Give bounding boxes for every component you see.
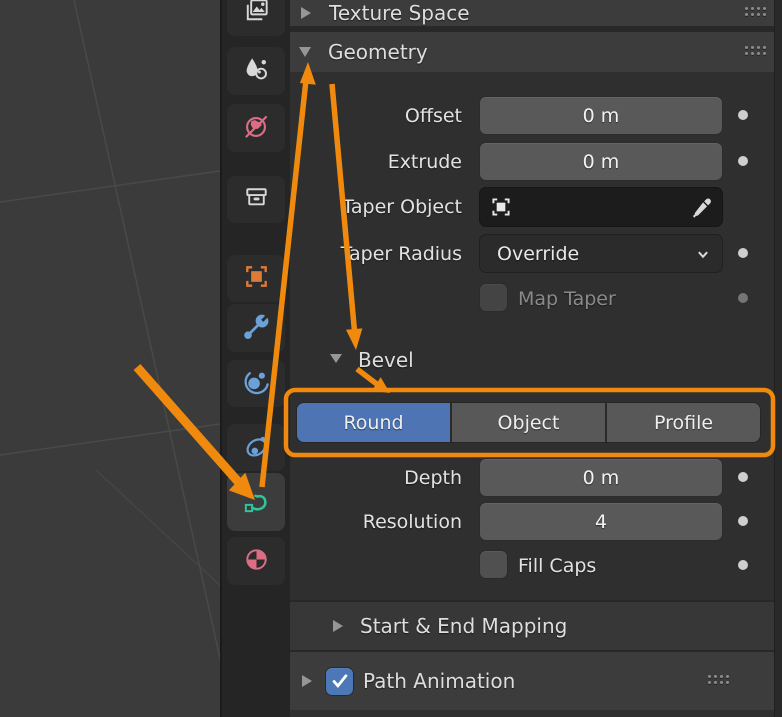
depth-label: Depth bbox=[404, 467, 462, 489]
bevel-collapse-arrow-icon[interactable] bbox=[330, 354, 342, 363]
material-icon bbox=[241, 544, 272, 579]
panel-drag-grip-icon[interactable] bbox=[708, 675, 729, 684]
depth-field[interactable]: 0 m bbox=[480, 459, 722, 496]
panel-title: Geometry bbox=[328, 40, 428, 64]
extrude-keyframe-dot[interactable] bbox=[738, 156, 748, 166]
panel-drag-grip-icon[interactable] bbox=[745, 7, 766, 16]
offset-label: Offset bbox=[404, 105, 462, 127]
offset-field[interactable]: 0 m bbox=[480, 97, 722, 134]
panel-header-start-end-mapping[interactable]: Start & End Mapping bbox=[290, 602, 774, 650]
panel-header-texture-space[interactable]: Texture Space bbox=[290, 0, 774, 26]
path-animation-checkbox[interactable] bbox=[326, 667, 353, 695]
panel-title: Start & End Mapping bbox=[360, 614, 568, 638]
taper-object-field[interactable] bbox=[480, 188, 722, 226]
tab-constraints[interactable] bbox=[227, 424, 285, 471]
curve-data-icon bbox=[241, 485, 272, 520]
bevel-mode-profile-button[interactable]: Profile bbox=[607, 403, 760, 442]
tab-modifiers[interactable] bbox=[227, 304, 285, 352]
fill-caps-checkbox[interactable] bbox=[480, 551, 507, 578]
blender-window: Texture Space Geometry Offset 0 m Extrud… bbox=[0, 0, 782, 717]
tab-collection[interactable] bbox=[227, 176, 285, 223]
taper-object-label: Taper Object bbox=[342, 196, 462, 218]
constraints-icon bbox=[241, 430, 272, 465]
world-icon bbox=[241, 111, 272, 146]
bevel-mode-object-button[interactable]: Object bbox=[452, 403, 605, 442]
resolution-field[interactable]: 4 bbox=[480, 503, 722, 540]
fill-caps-keyframe-dot[interactable] bbox=[738, 560, 748, 570]
object-icon bbox=[488, 194, 514, 220]
viewport-grid bbox=[0, 0, 234, 717]
bevel-title[interactable]: Bevel bbox=[358, 348, 414, 372]
panel-title: Path Animation bbox=[363, 669, 516, 693]
collapse-arrow-icon[interactable] bbox=[299, 47, 311, 57]
properties-tabbar bbox=[220, 0, 290, 717]
taper-radius-keyframe-dot[interactable] bbox=[738, 248, 748, 258]
panel-header-geometry[interactable]: Geometry bbox=[290, 32, 774, 72]
tab-world[interactable] bbox=[227, 104, 285, 152]
extrude-field[interactable]: 0 m bbox=[480, 143, 722, 180]
tab-material[interactable] bbox=[227, 537, 285, 585]
tab-scene[interactable] bbox=[227, 47, 285, 95]
bevel-mode-segmented-control: Round Object Profile bbox=[297, 403, 760, 442]
map-taper-label: Map Taper bbox=[518, 288, 616, 310]
scene-icon bbox=[241, 54, 272, 89]
extrude-label: Extrude bbox=[387, 151, 462, 173]
bevel-mode-round-button[interactable]: Round bbox=[297, 403, 450, 442]
view-layer-icon bbox=[241, 0, 272, 30]
taper-radius-label: Taper Radius bbox=[340, 243, 462, 265]
map-taper-checkbox[interactable] bbox=[480, 284, 507, 311]
tab-object-data-curve[interactable] bbox=[227, 473, 285, 531]
panel-drag-grip-icon[interactable] bbox=[745, 46, 766, 55]
expand-arrow-icon[interactable] bbox=[333, 620, 343, 632]
viewport-3d[interactable] bbox=[0, 0, 234, 717]
checkmark-icon bbox=[332, 674, 347, 689]
expand-arrow-icon[interactable] bbox=[301, 7, 311, 19]
physics-icon bbox=[241, 366, 272, 401]
panel-header-path-animation[interactable]: Path Animation bbox=[290, 652, 774, 710]
chevron-down-icon bbox=[692, 243, 714, 265]
properties-panel: Texture Space Geometry Offset 0 m Extrud… bbox=[290, 0, 774, 717]
resolution-label: Resolution bbox=[362, 511, 462, 533]
resolution-keyframe-dot[interactable] bbox=[738, 516, 748, 526]
tab-object[interactable] bbox=[227, 255, 285, 302]
taper-radius-dropdown[interactable]: Override bbox=[480, 235, 722, 272]
object-properties-icon bbox=[241, 261, 272, 296]
tab-view-layer[interactable] bbox=[227, 0, 285, 36]
collection-icon bbox=[241, 182, 272, 217]
wrench-icon bbox=[241, 311, 272, 346]
fill-caps-label: Fill Caps bbox=[518, 555, 597, 577]
expand-arrow-icon[interactable] bbox=[302, 675, 312, 687]
eyedropper-icon[interactable] bbox=[688, 195, 713, 220]
panel-title: Texture Space bbox=[329, 1, 470, 25]
tab-physics[interactable] bbox=[227, 360, 285, 407]
offset-keyframe-dot[interactable] bbox=[738, 110, 748, 120]
depth-keyframe-dot[interactable] bbox=[738, 472, 748, 482]
taper-radius-value: Override bbox=[497, 242, 580, 265]
panel-right-edge bbox=[774, 0, 782, 717]
map-taper-keyframe-dot[interactable] bbox=[738, 293, 748, 303]
